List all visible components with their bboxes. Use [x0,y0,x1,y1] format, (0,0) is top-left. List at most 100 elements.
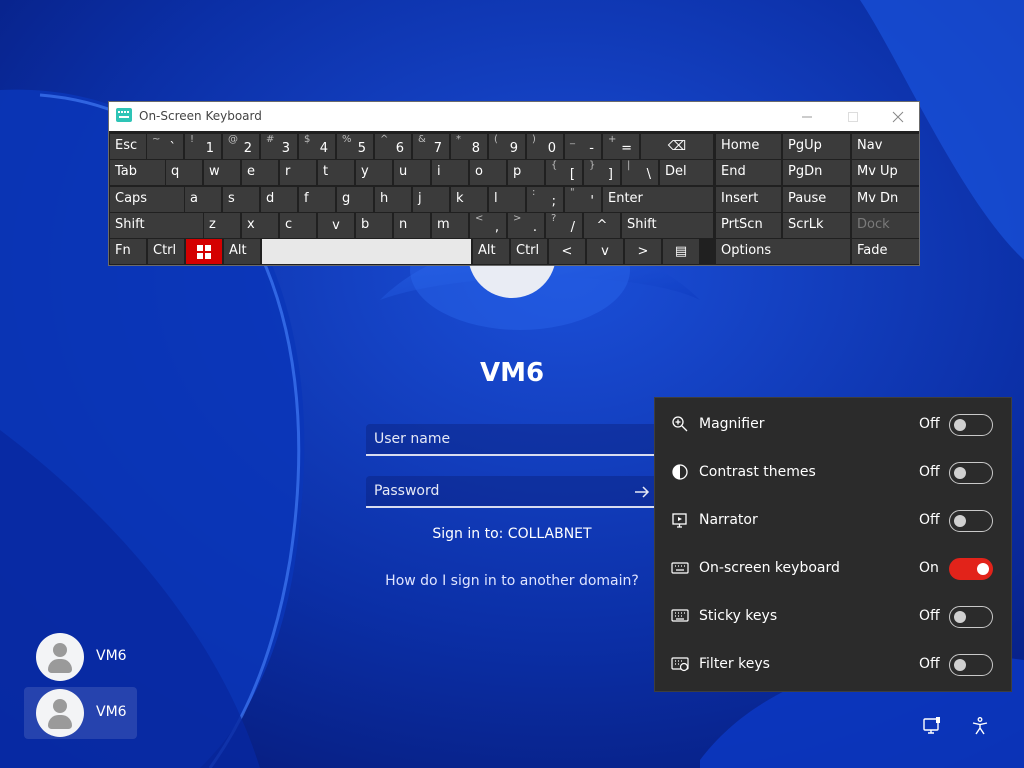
osk-key[interactable]: ▤ [663,239,699,264]
setting-row-narrator[interactable]: Narrator Off [655,496,1013,544]
osk-key-v[interactable]: v [318,213,354,238]
osk-key-ctrl[interactable]: Ctrl [511,239,547,264]
osk-key-9[interactable]: (9 [489,134,525,159]
osk-key-6[interactable]: ^ 6 [375,134,411,159]
osk-key-y[interactable]: y [356,160,392,185]
osk-key-s[interactable]: s [223,187,259,212]
osk-key[interactable]: + = [603,134,639,159]
osk-key-u[interactable]: u [394,160,430,185]
osk-key-0[interactable]: ) 0 [527,134,563,159]
osk-key[interactable]: ~ ` [147,134,183,159]
minimize-button[interactable] [784,102,830,131]
password-input[interactable]: Password [366,476,658,508]
osk-key[interactable]: <, [470,213,506,238]
network-icon[interactable] [922,716,942,736]
osk-key-d[interactable]: d [261,187,297,212]
osk-key-i[interactable]: i [432,160,468,185]
osk-key[interactable]: {[ [546,160,582,185]
osk-key-p[interactable]: p [508,160,544,185]
osk-key[interactable]: > [625,239,661,264]
narrator-toggle[interactable] [949,510,993,532]
setting-row-contrast-themes[interactable]: Contrast themes Off [655,448,1013,496]
other-domain-link[interactable]: How do I sign in to another domain? [362,573,662,589]
osk-key[interactable]: _ - [565,134,601,159]
osk-key-c[interactable]: c [280,213,316,238]
osk-key-b[interactable]: b [356,213,392,238]
on-screen-keyboard-toggle[interactable] [949,558,993,580]
osk-key-pgup[interactable]: PgUp [783,134,850,159]
osk-key-nav[interactable]: Nav [852,134,919,159]
osk-key-7[interactable]: & 7 [413,134,449,159]
osk-key[interactable]: ⌫ [641,134,713,159]
osk-key-m[interactable]: m [432,213,468,238]
osk-key-e[interactable]: e [242,160,278,185]
username-input[interactable]: User name [366,424,658,456]
osk-key-shift[interactable]: Shift [622,213,713,238]
setting-row-magnifier[interactable]: Magnifier Off [655,400,1013,448]
windows-key[interactable] [186,239,222,264]
osk-key-1[interactable]: ! 1 [185,134,221,159]
osk-key-options[interactable]: Options [716,239,850,264]
osk-key[interactable]: ^ [584,213,620,238]
osk-key-3[interactable]: #3 [261,134,297,159]
osk-key-alt[interactable]: Alt [224,239,260,264]
osk-key-2[interactable]: @2 [223,134,259,159]
osk-key-shift[interactable]: Shift [110,213,203,238]
osk-key-z[interactable]: z [204,213,240,238]
osk-key-home[interactable]: Home [716,134,781,159]
user-tile-selected[interactable]: VM6 [24,687,137,739]
osk-key-h[interactable]: h [375,187,411,212]
osk-key-alt[interactable]: Alt [473,239,509,264]
space-key[interactable] [262,239,471,264]
osk-key-tab[interactable]: Tab [110,160,165,185]
osk-key-g[interactable]: g [337,187,373,212]
osk-key-w[interactable]: w [204,160,240,185]
osk-key-n[interactable]: n [394,213,430,238]
magnifier-toggle[interactable] [949,414,993,436]
osk-key-t[interactable]: t [318,160,354,185]
osk-key[interactable]: >. [508,213,544,238]
osk-key-del[interactable]: Del [660,160,713,185]
setting-row-filter-keys[interactable]: Filter keys Off [655,640,1013,688]
setting-row-sticky-keys[interactable]: Sticky keys Off [655,592,1013,640]
osk-key[interactable]: | \ [622,160,658,185]
user-tile[interactable]: VM6 [24,631,137,683]
osk-key-k[interactable]: k [451,187,487,212]
osk-key[interactable]: " ' [565,187,601,212]
osk-key-mvup[interactable]: Mv Up [852,160,919,185]
maximize-button[interactable] [830,102,876,131]
submit-arrow-icon[interactable] [632,482,652,502]
sticky-keys-toggle[interactable] [949,606,993,628]
osk-key-pause[interactable]: Pause [783,187,850,212]
osk-key-8[interactable]: * 8 [451,134,487,159]
filter-keys-toggle[interactable] [949,654,993,676]
osk-key-x[interactable]: x [242,213,278,238]
osk-key[interactable]: < [549,239,585,264]
osk-key-caps[interactable]: Caps [110,187,184,212]
osk-key-fade[interactable]: Fade [852,239,919,264]
osk-title-bar[interactable]: On-Screen Keyboard [109,102,919,131]
osk-key-q[interactable]: q [166,160,202,185]
osk-key-ctrl[interactable]: Ctrl [148,239,184,264]
osk-key-esc[interactable]: Esc [110,134,146,159]
osk-key-scrlk[interactable]: ScrLk [783,213,850,238]
osk-key-v[interactable]: v [587,239,623,264]
osk-key-4[interactable]: $4 [299,134,335,159]
osk-key-prtscn[interactable]: PrtScn [716,213,781,238]
osk-key[interactable]: ? / [546,213,582,238]
osk-key-end[interactable]: End [716,160,781,185]
osk-key-enter[interactable]: Enter [603,187,713,212]
osk-key-r[interactable]: r [280,160,316,185]
osk-key[interactable]: }] [584,160,620,185]
osk-key-j[interactable]: j [413,187,449,212]
osk-key-l[interactable]: l [489,187,525,212]
osk-key-o[interactable]: o [470,160,506,185]
accessibility-icon[interactable] [970,716,990,736]
osk-key-f[interactable]: f [299,187,335,212]
osk-key-dock[interactable]: Dock [852,213,919,238]
osk-key-mvdn[interactable]: Mv Dn [852,187,919,212]
osk-key-a[interactable]: a [185,187,221,212]
osk-key[interactable]: :; [527,187,563,212]
osk-key-pgdn[interactable]: PgDn [783,160,850,185]
contrast-themes-toggle[interactable] [949,462,993,484]
